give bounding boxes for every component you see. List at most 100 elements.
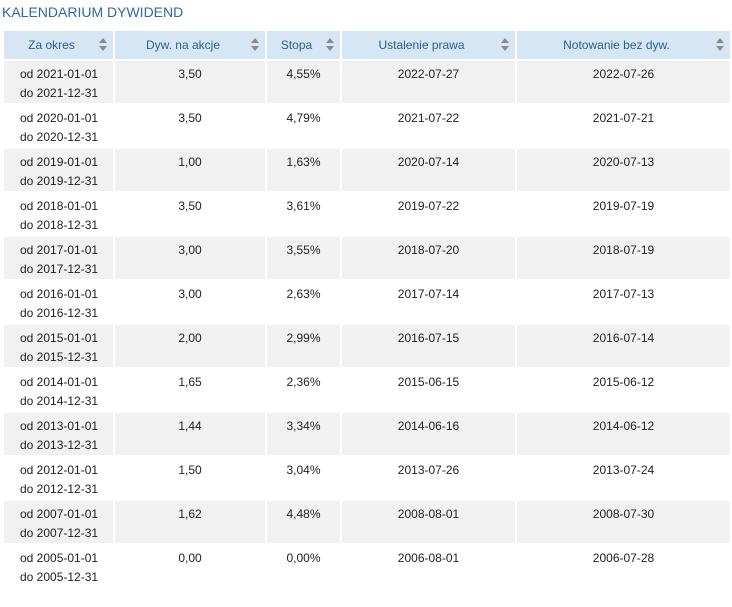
ex-date-cell: 2006-07-28 [517,545,730,587]
column-header-dividend[interactable]: Dyw. na akcje [115,31,265,59]
record-date-value: 2016-07-15 [397,331,460,345]
sort-icon[interactable] [251,38,260,52]
sort-icon[interactable] [99,38,108,52]
rate-cell: 4,79% [267,105,340,147]
dividend-value: 0,00 [178,551,202,565]
rate-value: 3,34% [286,419,321,433]
table-row: od 2007-01-01 do 2007-12-31 1,62 4,48% 2008-… [4,501,730,543]
dividend-cell: 2,00 [115,325,265,367]
record-date-cell: 2015-06-15 [342,369,515,411]
ex-date-value: 2018-07-19 [592,243,655,257]
ex-date-value: 2020-07-13 [592,155,655,169]
period-to: do 2005-12-31 [20,570,99,584]
period-cell: od 2018-01-01 do 2018-12-31 [4,193,113,235]
period-from: od 2021-01-01 [20,67,99,81]
period-to: do 2017-12-31 [20,262,99,276]
dividend-calendar-table: Za okres Dyw. na akcje Stopa Ustalenie p… [2,29,732,589]
period-cell: od 2020-01-01 do 2020-12-31 [4,105,113,147]
column-header-label: Za okres [28,38,75,52]
ex-date-cell: 2014-06-12 [517,413,730,455]
ex-date-cell: 2016-07-14 [517,325,730,367]
dividend-cell: 3,50 [115,61,265,103]
record-date-value: 2019-07-22 [397,199,460,213]
rate-cell: 2,99% [267,325,340,367]
column-header-label: Notowanie bez dyw. [563,38,670,52]
rate-cell: 3,34% [267,413,340,455]
header-row: Za okres Dyw. na akcje Stopa Ustalenie p… [4,31,730,59]
rate-value: 3,55% [286,243,321,257]
table-row: od 2015-01-01 do 2015-12-31 2,00 2,99% 2016-… [4,325,730,367]
table-row: od 2014-01-01 do 2014-12-31 1,65 2,36% 2015-… [4,369,730,411]
rate-value: 2,63% [286,287,321,301]
ex-date-cell: 2015-06-12 [517,369,730,411]
column-header-rate[interactable]: Stopa [267,31,340,59]
rate-cell: 1,63% [267,149,340,191]
ex-date-cell: 2019-07-19 [517,193,730,235]
period-to: do 2016-12-31 [20,306,99,320]
record-date-cell: 2016-07-15 [342,325,515,367]
dividend-value: 1,65 [178,375,202,389]
period-to: do 2021-12-31 [20,86,99,100]
ex-date-value: 2016-07-14 [592,331,655,345]
table-row: od 2012-01-01 do 2012-12-31 1,50 3,04% 2013-… [4,457,730,499]
ex-date-value: 2017-07-13 [592,287,655,301]
period-from: od 2017-01-01 [20,243,99,257]
period-from: od 2019-01-01 [20,155,99,169]
period-from: od 2015-01-01 [20,331,99,345]
record-date-cell: 2021-07-22 [342,105,515,147]
rate-value: 2,99% [286,331,321,345]
table-row: od 2017-01-01 do 2017-12-31 3,00 3,55% 2018-… [4,237,730,279]
column-header-record-date[interactable]: Ustalenie prawa [342,31,515,59]
ex-date-cell: 2018-07-19 [517,237,730,279]
ex-date-value: 2006-07-28 [592,551,655,565]
period-to: do 2012-12-31 [20,482,99,496]
dividend-value: 1,62 [178,507,202,521]
table-row: od 2016-01-01 do 2016-12-31 3,00 2,63% 2017-… [4,281,730,323]
column-header-ex-date[interactable]: Notowanie bez dyw. [517,31,730,59]
dividend-value: 1,50 [178,463,202,477]
column-header-label: Ustalenie prawa [378,38,465,52]
period-from: od 2013-01-01 [20,419,99,433]
dividend-cell: 1,50 [115,457,265,499]
record-date-cell: 2017-07-14 [342,281,515,323]
dividend-value: 3,00 [178,243,202,257]
period-to: do 2020-12-31 [20,130,99,144]
column-header-period[interactable]: Za okres [4,31,113,59]
period-cell: od 2017-01-01 do 2017-12-31 [4,237,113,279]
rate-value: 2,36% [286,375,321,389]
record-date-cell: 2018-07-20 [342,237,515,279]
rate-cell: 3,61% [267,193,340,235]
ex-date-value: 2008-07-30 [592,507,655,521]
period-from: od 2016-01-01 [20,287,99,301]
record-date-value: 2006-08-01 [397,551,460,565]
sort-icon[interactable] [326,38,335,52]
table-row: od 2005-01-01 do 2005-12-31 0,00 0,00% 2006-… [4,545,730,587]
period-cell: od 2012-01-01 do 2012-12-31 [4,457,113,499]
record-date-value: 2017-07-14 [397,287,460,301]
dividend-cell: 3,50 [115,105,265,147]
period-from: od 2012-01-01 [20,463,99,477]
record-date-cell: 2013-07-26 [342,457,515,499]
dividend-value: 1,44 [178,419,202,433]
ex-date-value: 2015-06-12 [592,375,655,389]
rate-cell: 2,63% [267,281,340,323]
period-cell: od 2014-01-01 do 2014-12-31 [4,369,113,411]
dividend-cell: 1,65 [115,369,265,411]
ex-date-value: 2019-07-19 [592,199,655,213]
rate-cell: 3,55% [267,237,340,279]
period-to: do 2018-12-31 [20,218,99,232]
record-date-value: 2015-06-15 [397,375,460,389]
table-row: od 2021-01-01 do 2021-12-31 3,50 4,55% 2022-… [4,61,730,103]
ex-date-cell: 2022-07-26 [517,61,730,103]
dividend-cell: 3,00 [115,237,265,279]
sort-icon[interactable] [716,38,725,52]
period-cell: od 2021-01-01 do 2021-12-31 [4,61,113,103]
record-date-value: 2013-07-26 [397,463,460,477]
rate-value: 4,55% [286,67,321,81]
section-title: KALENDARIUM DYWIDEND [2,4,184,20]
sort-icon[interactable] [501,38,510,52]
record-date-cell: 2014-06-16 [342,413,515,455]
dividend-cell: 1,44 [115,413,265,455]
rate-value: 4,79% [286,111,321,125]
column-header-label: Stopa [280,38,313,52]
